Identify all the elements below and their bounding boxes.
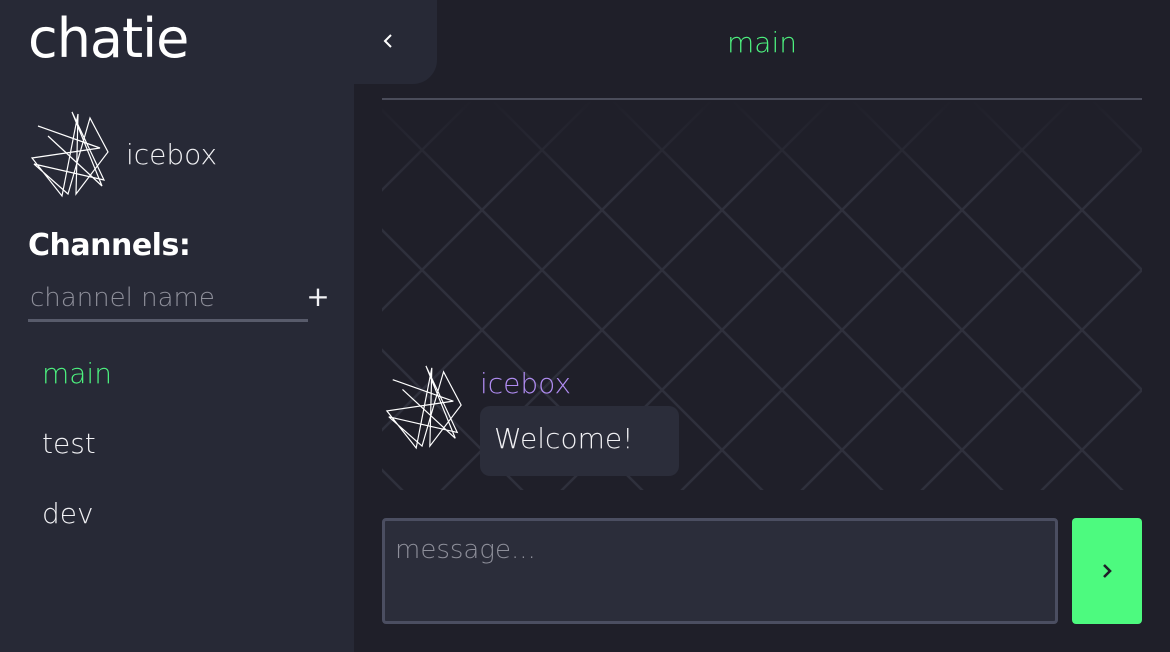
user-name: icebox bbox=[126, 137, 218, 171]
message-bubble: Welcome! bbox=[480, 406, 680, 476]
user-profile: icebox bbox=[28, 110, 217, 198]
channel-list: main test dev bbox=[42, 350, 112, 560]
message-area[interactable]: icebox Welcome! bbox=[382, 100, 1142, 490]
chevron-right-icon bbox=[1103, 564, 1112, 578]
chat-app: chatie icebox Channels: + main test dev … bbox=[0, 0, 1170, 652]
channels-heading: Channels: bbox=[28, 228, 191, 263]
channel-name-input[interactable] bbox=[28, 276, 308, 322]
sidebar: chatie icebox Channels: + main test dev bbox=[0, 0, 354, 652]
message-item: icebox Welcome! bbox=[382, 364, 680, 476]
message-composer bbox=[382, 518, 1058, 624]
channel-title: main bbox=[727, 26, 797, 59]
scribble-avatar-icon bbox=[385, 365, 462, 450]
app-title: chatie bbox=[28, 7, 189, 70]
message-author: icebox bbox=[480, 367, 572, 400]
channel-item-main[interactable]: main bbox=[42, 350, 112, 420]
channel-input-row: + bbox=[28, 276, 330, 326]
channel-item-dev[interactable]: dev bbox=[42, 490, 112, 560]
plus-icon[interactable]: + bbox=[304, 282, 332, 312]
scribble-avatar-icon bbox=[30, 111, 109, 198]
message-input[interactable] bbox=[385, 521, 1055, 621]
channel-item-test[interactable]: test bbox=[42, 420, 112, 490]
send-button[interactable] bbox=[1072, 518, 1142, 624]
message-body: icebox Welcome! bbox=[480, 364, 680, 476]
